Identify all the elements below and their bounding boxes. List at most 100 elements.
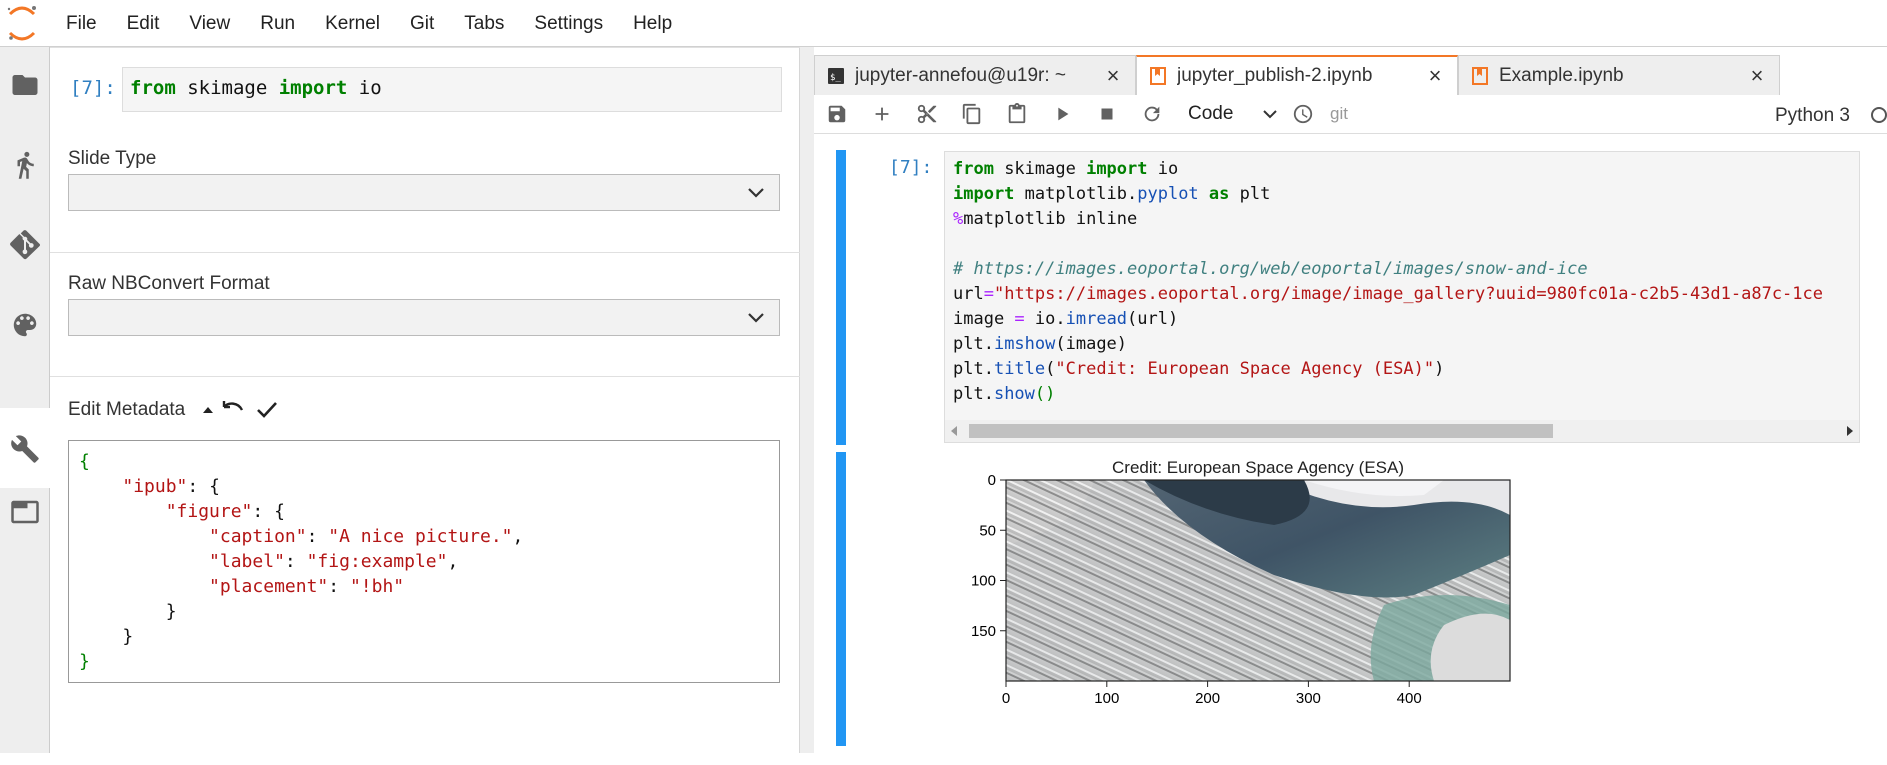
menu-help[interactable]: Help bbox=[618, 13, 687, 35]
folder-icon[interactable] bbox=[0, 55, 50, 115]
kernel-name[interactable]: Python 3 bbox=[1775, 105, 1850, 127]
caret-up-icon[interactable] bbox=[201, 403, 215, 417]
code-text: ) bbox=[1434, 359, 1445, 379]
menu-file[interactable]: File bbox=[51, 13, 112, 35]
code-string: "Credit: European Space Agency (ESA)" bbox=[1055, 359, 1435, 379]
run-button[interactable] bbox=[1039, 95, 1084, 134]
code-text: plt. bbox=[953, 384, 994, 404]
wrench-icon[interactable] bbox=[0, 419, 50, 479]
y-axis: 0 50 100 150 bbox=[971, 472, 1006, 640]
json-key: "ipub" bbox=[122, 476, 188, 497]
operator: = bbox=[1014, 309, 1025, 329]
tab-label: Example.ipynb bbox=[1499, 64, 1624, 86]
tabs-icon[interactable] bbox=[0, 482, 50, 542]
scroll-left-icon[interactable] bbox=[951, 426, 957, 436]
code-attr: title bbox=[993, 359, 1046, 379]
copy-button[interactable] bbox=[949, 95, 994, 134]
tab-example[interactable]: Example.ipynb × bbox=[1458, 55, 1780, 95]
edit-metadata-label: Edit Metadata bbox=[68, 399, 186, 420]
chart-title: Credit: European Space Agency (ESA) bbox=[1112, 458, 1404, 477]
kernel-status-icon bbox=[1871, 107, 1887, 123]
cell-prompt: [7]: bbox=[889, 157, 933, 178]
clock-button[interactable] bbox=[1284, 95, 1322, 134]
active-cell-preview[interactable]: from skimage import io bbox=[122, 67, 782, 112]
menu-edit[interactable]: Edit bbox=[112, 13, 175, 35]
output-collapser-bar[interactable] bbox=[836, 452, 846, 746]
x-tick-label: 0 bbox=[1002, 690, 1010, 707]
tab-jupyter-publish[interactable]: jupyter_publish-2.ipynb × bbox=[1136, 55, 1458, 95]
json-key: "caption" bbox=[209, 526, 307, 547]
y-tick-label: 0 bbox=[988, 472, 996, 489]
json-value: "A nice picture." bbox=[328, 526, 513, 547]
git-icon[interactable] bbox=[0, 215, 50, 275]
code-attr: show bbox=[993, 384, 1035, 404]
slide-type-select[interactable] bbox=[68, 174, 780, 211]
code-text: io bbox=[1147, 159, 1179, 179]
x-axis: 0 100 200 300 400 bbox=[1002, 681, 1422, 707]
scrollbar-thumb[interactable] bbox=[969, 424, 1553, 438]
menu-run[interactable]: Run bbox=[245, 13, 310, 35]
json-key: "label" bbox=[209, 551, 285, 572]
notebook-area: $_ jupyter-annefou@u19r: ~ × jupyter_pub… bbox=[814, 47, 1887, 753]
interrupt-button[interactable] bbox=[1084, 95, 1129, 134]
palette-icon[interactable] bbox=[0, 295, 50, 355]
y-tick-label: 100 bbox=[971, 573, 996, 590]
menu-kernel[interactable]: Kernel bbox=[310, 13, 395, 35]
cut-button[interactable] bbox=[904, 95, 949, 134]
svg-text:$_: $_ bbox=[830, 73, 841, 83]
paste-button[interactable] bbox=[994, 95, 1039, 134]
close-icon[interactable]: × bbox=[1747, 63, 1767, 89]
code-cell-editor[interactable]: from skimage import io import matplotlib… bbox=[944, 151, 1860, 443]
horizontal-scrollbar[interactable] bbox=[945, 420, 1859, 442]
keyword: from bbox=[130, 77, 176, 99]
property-inspector: [7]: from skimage import io Slide Type R… bbox=[50, 47, 800, 753]
scroll-right-icon[interactable] bbox=[1847, 426, 1853, 436]
panel-splitter[interactable] bbox=[800, 47, 814, 753]
json-brace: } bbox=[79, 651, 90, 672]
menu-view[interactable]: View bbox=[174, 13, 245, 35]
save-button[interactable] bbox=[814, 95, 859, 134]
running-icon[interactable] bbox=[0, 135, 50, 195]
restart-button[interactable] bbox=[1129, 95, 1174, 134]
panel-divider bbox=[50, 47, 800, 48]
cell-type-value: Code bbox=[1188, 103, 1234, 124]
cell-active-bar[interactable] bbox=[836, 150, 846, 445]
code-text: () bbox=[1034, 384, 1056, 404]
undo-icon[interactable] bbox=[220, 399, 246, 421]
json-brace: } bbox=[165, 601, 177, 622]
chevron-down-icon bbox=[748, 313, 764, 323]
code-text: plt. bbox=[953, 334, 994, 354]
slide-type-label: Slide Type bbox=[68, 148, 157, 169]
code-text: io. bbox=[1024, 309, 1066, 329]
json-value: "!bh" bbox=[349, 576, 405, 597]
close-icon[interactable]: × bbox=[1425, 63, 1445, 89]
json-value: "fig:example" bbox=[306, 551, 448, 572]
keyword: from bbox=[953, 159, 994, 179]
raw-nbconvert-select[interactable] bbox=[68, 299, 780, 336]
json-key: "figure" bbox=[165, 501, 253, 522]
add-cell-button[interactable] bbox=[859, 95, 904, 134]
code-text: plt bbox=[1229, 184, 1271, 204]
code-text: url bbox=[953, 284, 984, 304]
git-label[interactable]: git bbox=[1330, 104, 1348, 124]
menu-tabs[interactable]: Tabs bbox=[449, 13, 519, 35]
cell-type-select[interactable]: Code bbox=[1174, 103, 1284, 125]
json-punct: : { bbox=[252, 501, 285, 522]
keyword: import bbox=[1086, 159, 1148, 179]
copy-icon bbox=[962, 103, 980, 125]
json-brace: { bbox=[79, 451, 90, 472]
metadata-editor[interactable]: { "ipub": { "figure": { "caption": "A ni… bbox=[68, 440, 780, 683]
tab-terminal[interactable]: $_ jupyter-annefou@u19r: ~ × bbox=[814, 55, 1136, 95]
satellite-image bbox=[1006, 480, 1510, 681]
code-text: image bbox=[953, 309, 1015, 329]
check-icon[interactable] bbox=[256, 400, 278, 420]
close-icon[interactable]: × bbox=[1103, 63, 1123, 89]
code-attr: imread bbox=[1065, 309, 1128, 329]
menu-settings[interactable]: Settings bbox=[519, 13, 618, 35]
menu-git[interactable]: Git bbox=[395, 13, 449, 35]
play-icon bbox=[1057, 107, 1068, 121]
magic-percent: % bbox=[953, 209, 964, 229]
code-text: plt. bbox=[953, 359, 994, 379]
code-text: (url) bbox=[1127, 309, 1179, 329]
